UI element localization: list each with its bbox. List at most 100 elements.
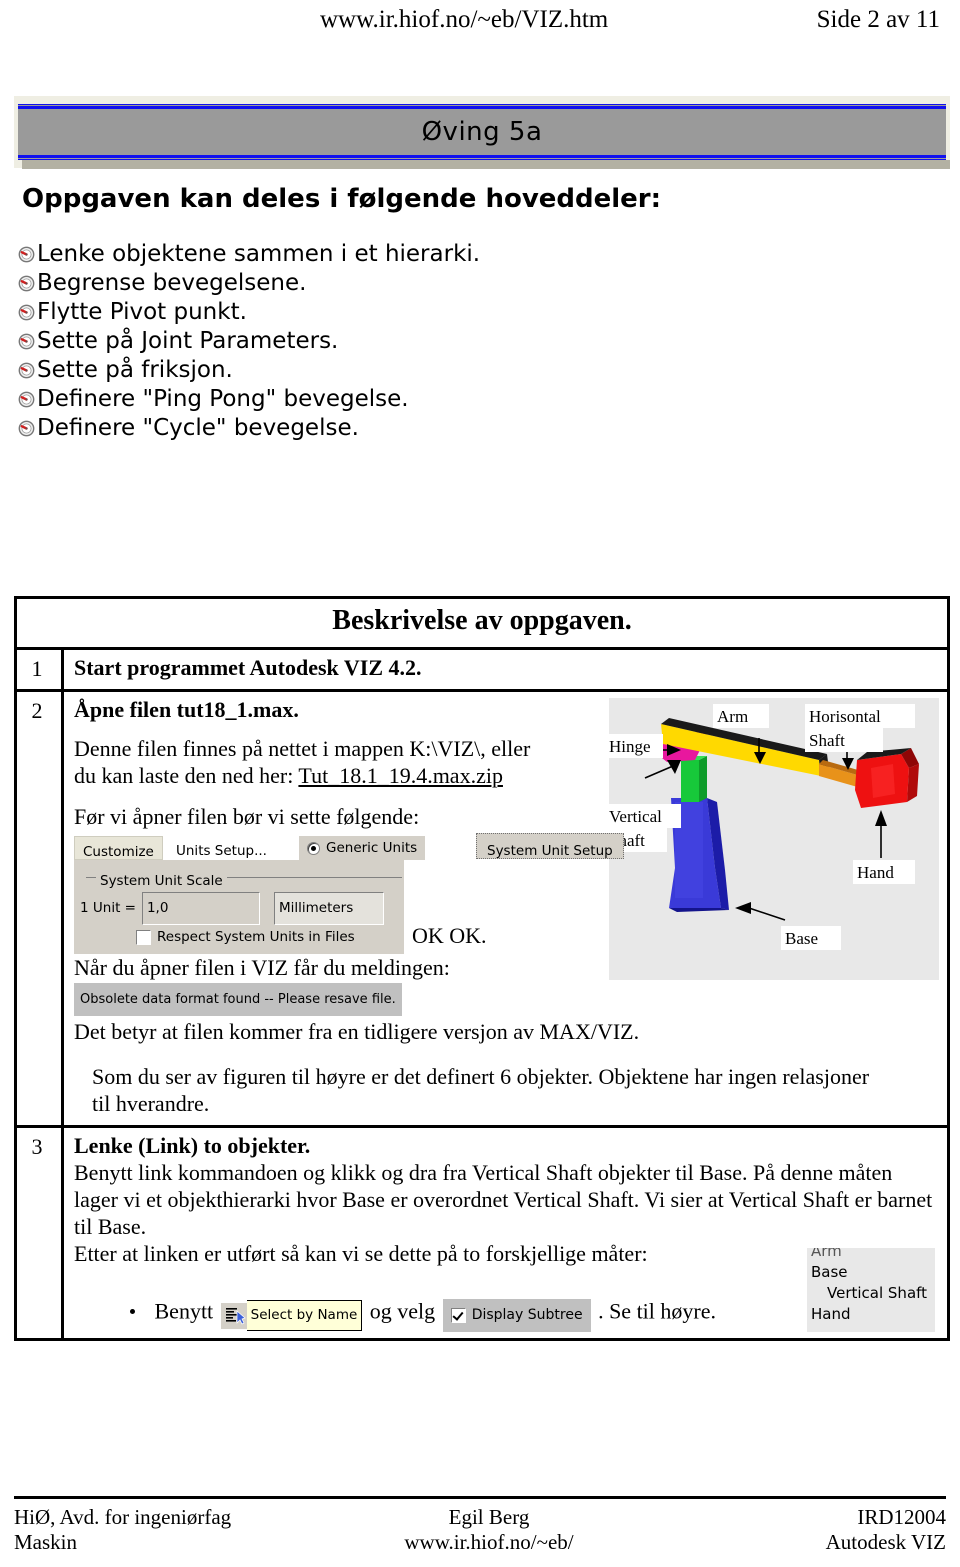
footer-left-1: HiØ, Avd. for ingeniørfag: [14, 1505, 232, 1529]
svg-text:Shaft: Shaft: [809, 731, 845, 750]
intro-bullet-list: Lenke objektene sammen i et hierarki. Be…: [18, 240, 480, 443]
ok-ok-text: OK OK.: [412, 923, 487, 948]
document-page: www.ir.hiof.no/~eb/VIZ.htm Side 2 av 11 …: [0, 0, 960, 1567]
list-item: Sette på friksjon.: [18, 356, 480, 385]
bullet-post-text: . Se til høyre.: [598, 1298, 716, 1324]
svg-text:Arm: Arm: [717, 707, 748, 726]
section-heading: Oppgaven kan deles i følgende hoveddeler…: [22, 184, 662, 214]
row-number: 2: [14, 689, 64, 1128]
row-body: Lenke (Link) to objekter. Benytt link ko…: [61, 1125, 950, 1341]
exercise-banner: Øving 5a: [18, 104, 946, 160]
units-setup-screenshot: Customize Units Setup... Generic Units S…: [74, 833, 939, 954]
list-item: Begrense bevegelsene.: [18, 269, 480, 298]
header-page-number: Side 2 av 11: [816, 6, 940, 33]
table-row: 2 Arm Horisontal Shaft Hinge Vertical Sh…: [14, 689, 950, 1128]
respect-units-row[interactable]: Respect System Units in Files: [136, 924, 355, 951]
display-subtree-checkbox-row[interactable]: Display Subtree: [442, 1299, 591, 1332]
gauge-icon: [18, 391, 35, 408]
system-unit-scale-label: System Unit Scale: [96, 868, 227, 895]
gauge-icon: [18, 275, 35, 292]
list-item: Flytte Pivot punkt.: [18, 298, 480, 327]
display-subtree-label: Display Subtree: [471, 1307, 583, 1323]
footer-line-2: Maskin www.ir.hiof.no/~eb/ Autodesk VIZ: [14, 1530, 946, 1555]
footer-right-2: Autodesk VIZ: [825, 1530, 946, 1554]
svg-text:Horisontal: Horisontal: [809, 707, 881, 726]
list-item-label: Sette på friksjon.: [37, 357, 233, 383]
select-by-name-icon[interactable]: [220, 1302, 247, 1329]
list-item-label: Flytte Pivot punkt.: [37, 299, 247, 325]
paragraph-line: Denne filen finnes på nettet i mappen K:…: [74, 736, 531, 761]
generic-units-radio-row[interactable]: Generic Units: [299, 836, 426, 860]
footer-center-2: www.ir.hiof.no/~eb/: [404, 1530, 574, 1554]
list-item: Definere "Ping Pong" bevegelse.: [18, 385, 480, 414]
paragraph-line: til hverandre.: [92, 1091, 210, 1116]
row-body: Start programmet Autodesk VIZ 4.2.: [61, 647, 950, 692]
row-heading: Lenke (Link) to objekter.: [74, 1133, 311, 1158]
bullet-dot-icon: [130, 1309, 135, 1314]
list-item: Definere "Cycle" bevegelse.: [18, 414, 480, 443]
gauge-icon: [18, 246, 35, 263]
table-row: 1 Start programmet Autodesk VIZ 4.2.: [14, 647, 950, 692]
task-table: Beskrivelse av oppgaven. 1 Start program…: [14, 596, 950, 1341]
system-unit-scale-panel: System Unit Scale 1 Unit = 1,0 Millimete…: [74, 860, 404, 954]
list-item[interactable]: Vertical Shaft: [811, 1283, 935, 1304]
customize-menu-item[interactable]: Customize: [74, 836, 163, 860]
list-item[interactable]: Hand: [811, 1304, 935, 1325]
row-number: 1: [14, 647, 64, 692]
select-by-name-label: Select by Name: [246, 1300, 363, 1331]
object-list-panel[interactable]: Arm Base Vertical Shaft Hand: [807, 1248, 935, 1332]
list-item-label: Begrense bevegelsene.: [37, 270, 307, 296]
row-paragraph: Benytt link kommandoen og klikk og dra f…: [74, 1160, 933, 1239]
paragraph-line: du kan laste den ned her:: [74, 763, 294, 788]
generic-units-radio[interactable]: [307, 841, 320, 855]
display-subtree-checkbox[interactable]: [450, 1308, 466, 1323]
running-header: www.ir.hiof.no/~eb/VIZ.htm Side 2 av 11: [0, 6, 960, 34]
gauge-icon: [18, 362, 35, 379]
svg-text:Vertical: Vertical: [609, 807, 662, 826]
list-item: Sette på Joint Parameters.: [18, 327, 480, 356]
units-setup-menu-item[interactable]: Units Setup...: [166, 836, 277, 860]
banner-shadow: [22, 160, 950, 169]
gauge-icon: [18, 333, 35, 350]
list-item-label: Definere "Ping Pong" bevegelse.: [37, 386, 409, 412]
obsolete-format-message: Obsolete data format found -- Please res…: [74, 983, 402, 1016]
banner-title: Øving 5a: [421, 117, 543, 147]
generic-units-label: Generic Units: [326, 839, 418, 856]
table-title: Beskrivelse av oppgaven.: [14, 596, 950, 650]
bullet-pre-text: Benytt: [154, 1298, 214, 1324]
download-link[interactable]: Tut_18.1_19.4.max.zip: [298, 763, 503, 788]
footer-line-1: HiØ, Avd. for ingeniørfag Egil Berg IRD1…: [14, 1505, 946, 1530]
unit-scale-row: 1 Unit = 1,0 Millimeters: [80, 892, 384, 925]
list-item: Lenke objektene sammen i et hierarki.: [18, 240, 480, 269]
gauge-icon: [18, 420, 35, 437]
footer-center-1: Egil Berg: [448, 1505, 530, 1529]
page-footer: HiØ, Avd. for ingeniørfag Egil Berg IRD1…: [14, 1496, 946, 1555]
respect-units-checkbox[interactable]: [136, 930, 151, 945]
list-item-label: Definere "Cycle" bevegelse.: [37, 415, 359, 441]
list-item[interactable]: Base: [811, 1262, 935, 1283]
system-unit-setup-button[interactable]: System Unit Setup: [476, 833, 624, 859]
one-unit-value-input[interactable]: 1,0: [141, 892, 260, 925]
row-paragraph: Det betyr at filen kommer fra en tidlige…: [74, 1019, 640, 1044]
row-number: 3: [14, 1125, 64, 1341]
respect-units-label: Respect System Units in Files: [157, 929, 355, 945]
group-box: System Unit Scale: [82, 866, 402, 895]
banner-inner-border: Øving 5a: [18, 107, 946, 157]
table-row-title: Beskrivelse av oppgaven.: [14, 596, 950, 650]
list-item-label: Lenke objektene sammen i et hierarki.: [37, 241, 481, 267]
row-body: Arm Horisontal Shaft Hinge Vertical Shaf…: [61, 689, 950, 1128]
footer-left-2: Maskin: [14, 1530, 77, 1554]
select-by-name-tooltip[interactable]: Select by Name: [220, 1300, 363, 1331]
paragraph-line: Som du ser av figuren til høyre er det d…: [92, 1064, 870, 1089]
footer-right-1: IRD12004: [857, 1505, 946, 1529]
bullet-mid-text: og velg: [369, 1298, 436, 1324]
header-url: www.ir.hiof.no/~eb/VIZ.htm: [320, 6, 609, 33]
svg-text:Hinge: Hinge: [609, 737, 651, 756]
gauge-icon: [18, 304, 35, 321]
list-item[interactable]: Arm: [811, 1248, 935, 1262]
row-paragraph: Som du ser av figuren til høyre er det d…: [74, 1063, 939, 1117]
row-heading: Start programmet Autodesk VIZ 4.2.: [74, 655, 422, 680]
list-item-label: Sette på Joint Parameters.: [37, 328, 339, 354]
unit-type-dropdown[interactable]: Millimeters: [273, 892, 384, 925]
table-row: 3 Lenke (Link) to objekter. Benytt link …: [14, 1125, 950, 1341]
